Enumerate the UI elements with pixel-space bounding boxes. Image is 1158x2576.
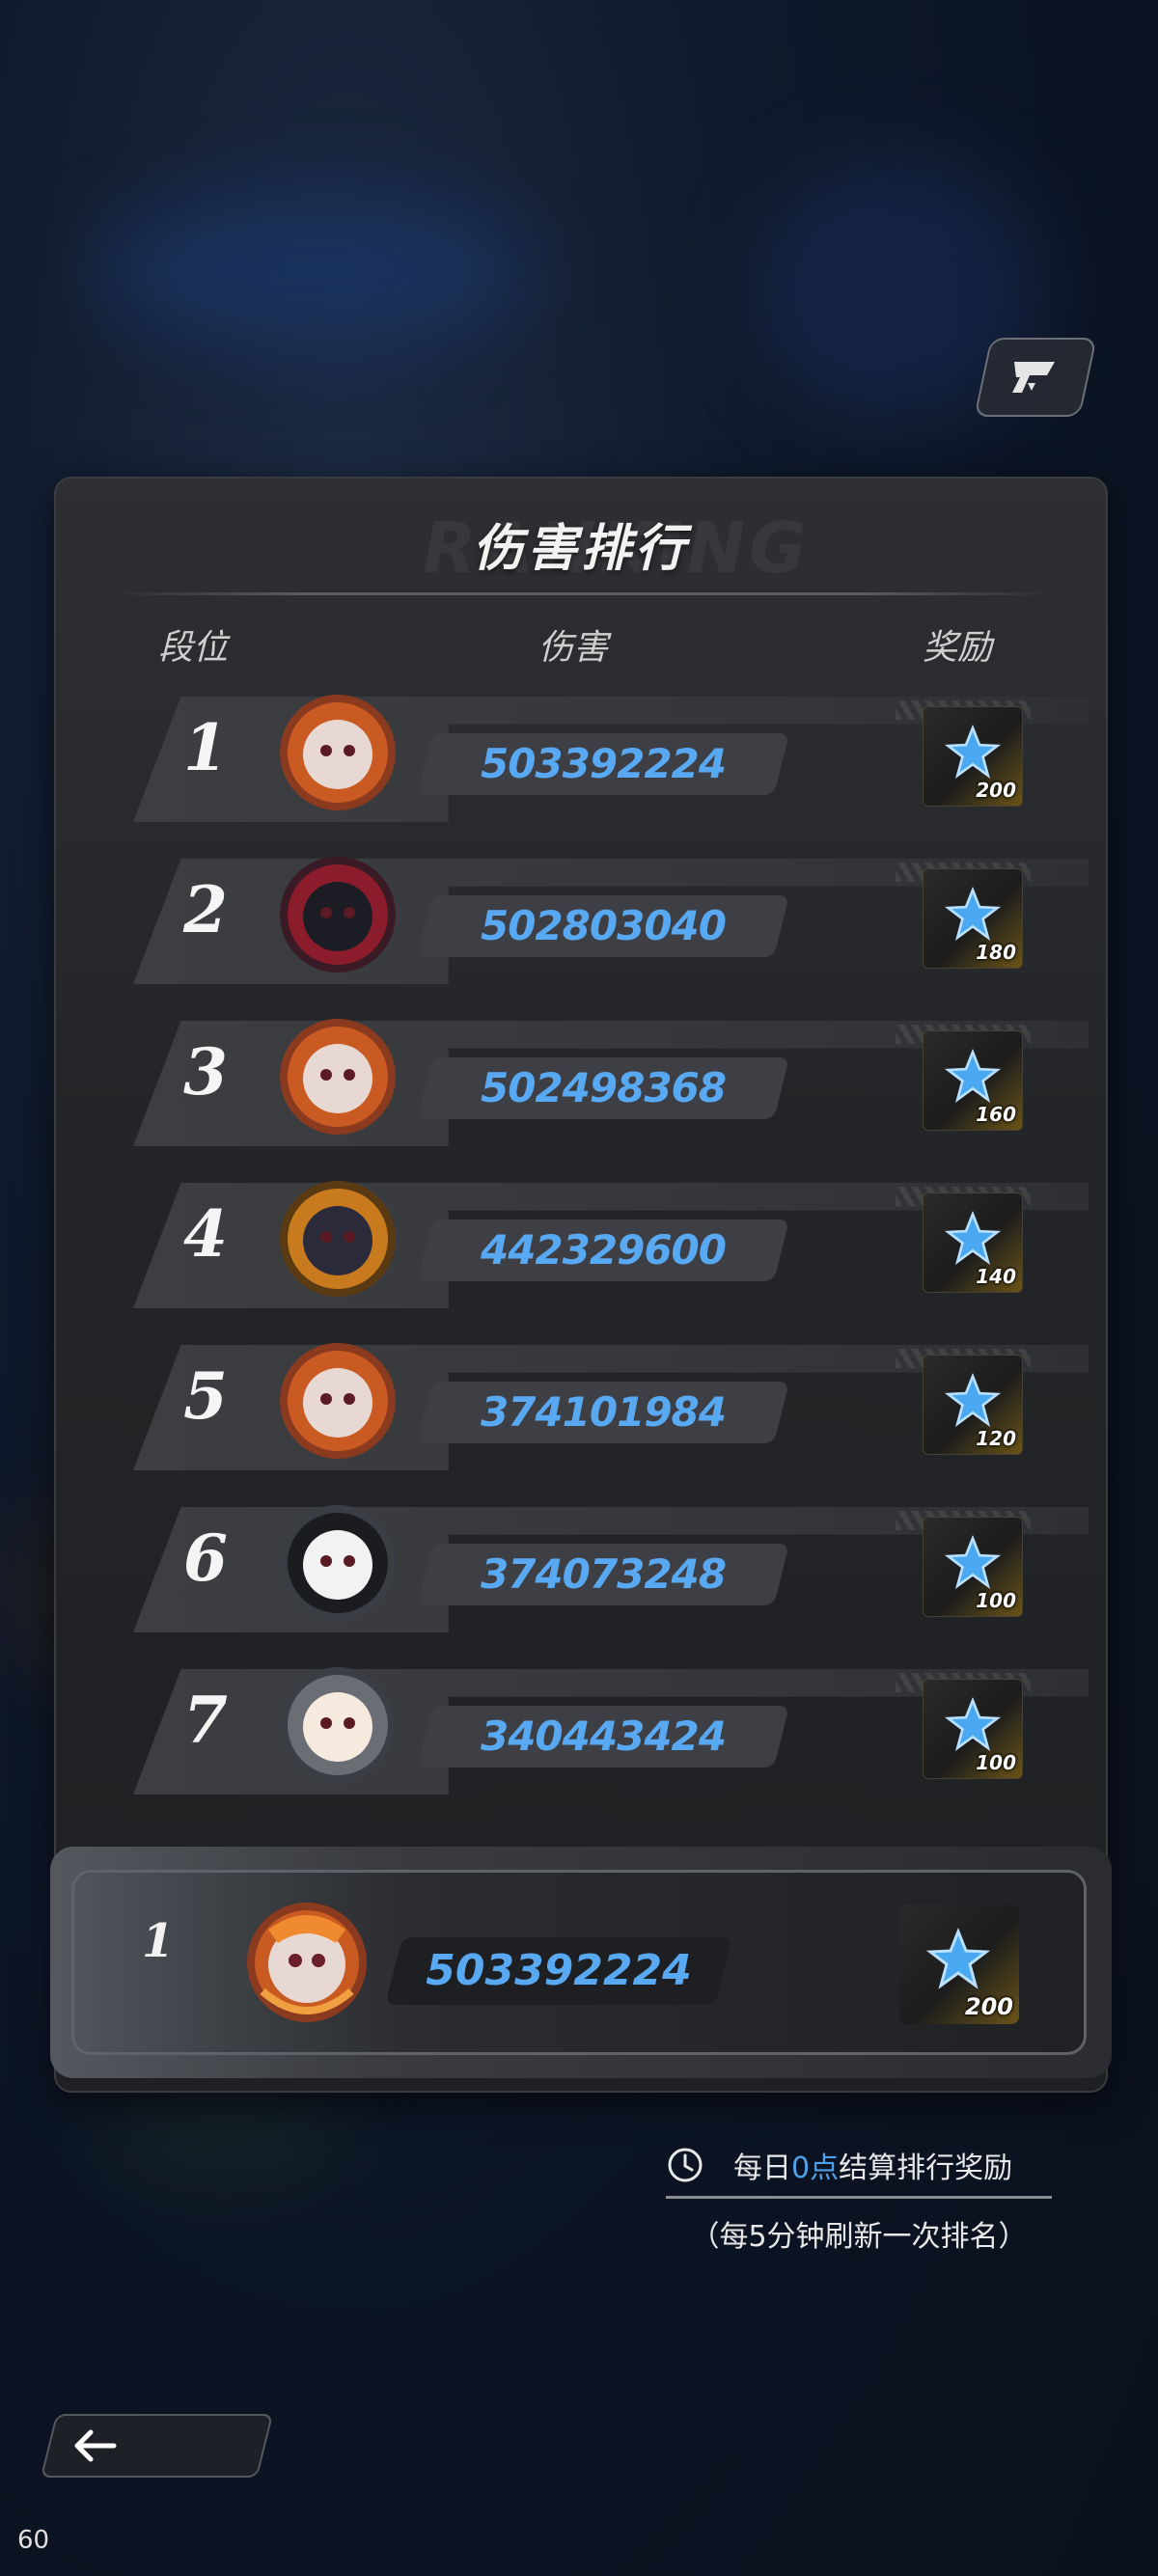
damage-value: 503392224 bbox=[480, 740, 727, 787]
header-reward: 奖励 bbox=[923, 628, 993, 668]
avatar bbox=[280, 1019, 396, 1135]
blue-star-icon bbox=[945, 1049, 1001, 1103]
my-rank-number: 1 bbox=[142, 1914, 175, 1968]
top-right-button[interactable] bbox=[974, 338, 1097, 417]
note-prefix: 每日 bbox=[733, 2151, 791, 2185]
reward-item[interactable]: 140 bbox=[923, 1192, 1023, 1293]
rank-number: 4 bbox=[183, 1196, 228, 1272]
ranking-row: 7 340443424 100 bbox=[133, 1667, 1098, 1795]
clock-icon bbox=[668, 2148, 703, 2182]
rank-number: 7 bbox=[183, 1683, 228, 1758]
damage-value: 374073248 bbox=[480, 1550, 727, 1598]
settlement-note: 每日 0点 结算排行奖励 （每5分钟刷新一次排名） bbox=[666, 2144, 1052, 2255]
reward-item[interactable]: 100 bbox=[923, 1517, 1023, 1617]
title-divider bbox=[114, 592, 1052, 595]
blue-star-icon bbox=[945, 1211, 1001, 1265]
avatar bbox=[280, 857, 396, 973]
rank-number: 6 bbox=[183, 1521, 228, 1596]
ranking-row: 2 502803040 180 bbox=[133, 857, 1098, 984]
settlement-time: 每日 0点 结算排行奖励 bbox=[666, 2144, 1052, 2199]
reward-amount: 120 bbox=[976, 1427, 1016, 1450]
blue-star-icon bbox=[945, 887, 1001, 941]
reward-item[interactable]: 100 bbox=[923, 1679, 1023, 1779]
reward-item[interactable]: 160 bbox=[923, 1030, 1023, 1131]
header-damage: 伤害 bbox=[538, 628, 609, 668]
ranking-row: 1 503392224 200 bbox=[133, 695, 1098, 822]
avatar bbox=[280, 695, 396, 810]
avatar bbox=[280, 1181, 396, 1297]
my-damage-value: 503392224 bbox=[426, 1946, 692, 1995]
damage-value: 374101984 bbox=[480, 1388, 727, 1436]
fps-counter: 60 bbox=[17, 2526, 50, 2555]
reward-item[interactable]: 120 bbox=[923, 1355, 1023, 1455]
reward-amount: 160 bbox=[976, 1103, 1016, 1126]
note-highlight: 0点 bbox=[791, 2151, 840, 2185]
blue-star-icon bbox=[945, 725, 1001, 779]
damage-value: 502498368 bbox=[480, 1064, 727, 1111]
reward-amount: 180 bbox=[976, 941, 1016, 964]
avatar bbox=[280, 1343, 396, 1459]
ranking-row: 3 502498368 160 bbox=[133, 1019, 1098, 1146]
reward-amount: 100 bbox=[976, 1751, 1016, 1774]
ranking-row: 6 374073248 100 bbox=[133, 1505, 1098, 1632]
my-reward-amount: 200 bbox=[964, 1993, 1013, 2020]
rank-number: 3 bbox=[183, 1034, 228, 1110]
ranking-row: 4 442329600 140 bbox=[133, 1181, 1098, 1308]
back-arrow-icon bbox=[74, 2429, 117, 2462]
reward-item[interactable]: 180 bbox=[923, 868, 1023, 969]
refresh-note: （每5分钟刷新一次排名） bbox=[690, 2220, 1028, 2254]
header-tier: 段位 bbox=[158, 628, 229, 668]
blue-star-icon bbox=[945, 1697, 1001, 1751]
note-suffix: 结算排行奖励 bbox=[839, 2151, 1013, 2185]
avatar bbox=[247, 1903, 367, 2022]
flag-icon bbox=[1012, 362, 1055, 393]
damage-value: 502803040 bbox=[480, 902, 727, 949]
avatar bbox=[280, 1667, 396, 1783]
damage-value: 340443424 bbox=[480, 1713, 727, 1760]
my-reward-item[interactable]: 200 bbox=[899, 1905, 1019, 2024]
my-rank-card: 1 503392224 200 bbox=[50, 1847, 1112, 2078]
rank-number: 1 bbox=[183, 710, 228, 785]
avatar bbox=[280, 1505, 396, 1621]
blue-star-icon bbox=[926, 1928, 990, 1989]
damage-value: 442329600 bbox=[480, 1226, 727, 1274]
rank-number: 2 bbox=[183, 872, 228, 947]
panel-title: 伤害排行 bbox=[472, 520, 689, 578]
reward-amount: 140 bbox=[976, 1265, 1016, 1288]
reward-amount: 100 bbox=[976, 1589, 1016, 1612]
blue-star-icon bbox=[945, 1535, 1001, 1589]
ranking-row: 5 374101984 120 bbox=[133, 1343, 1098, 1470]
background-blur bbox=[96, 193, 531, 347]
reward-amount: 200 bbox=[976, 779, 1016, 802]
blue-star-icon bbox=[945, 1373, 1001, 1427]
rank-number: 5 bbox=[183, 1358, 228, 1434]
reward-item[interactable]: 200 bbox=[923, 706, 1023, 807]
